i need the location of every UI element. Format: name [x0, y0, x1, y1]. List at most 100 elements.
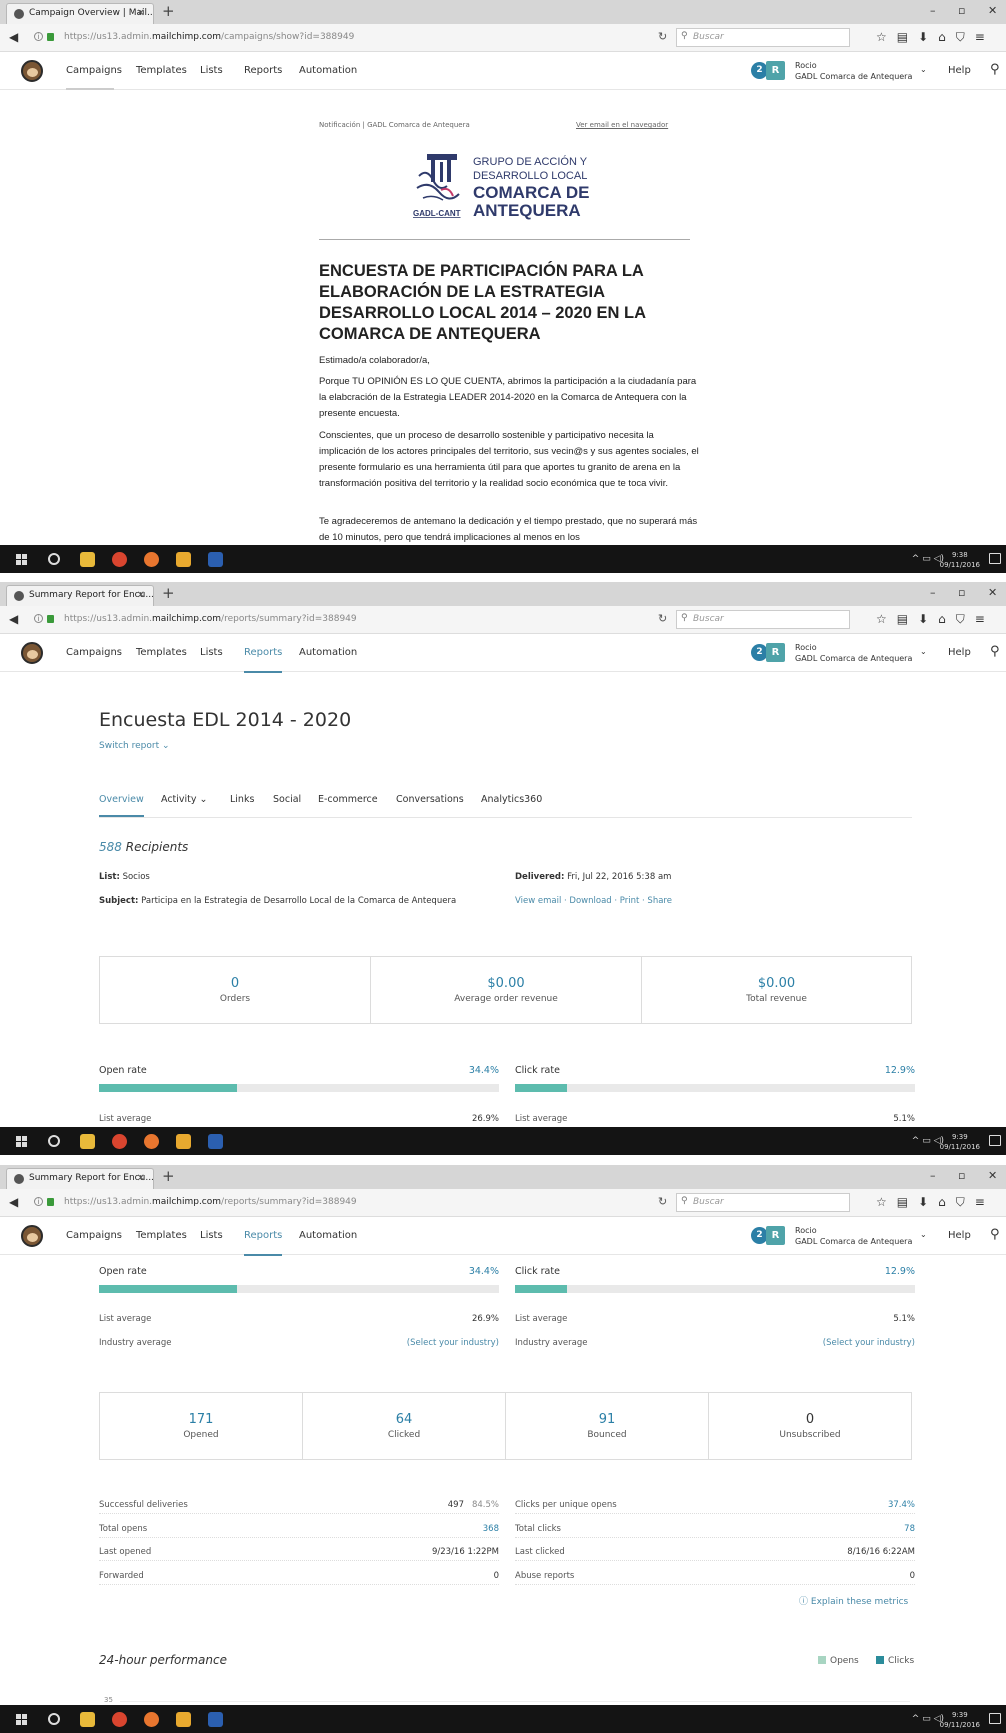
word-icon[interactable] — [208, 552, 223, 567]
tab-links[interactable]: Links — [230, 794, 254, 805]
chrome-icon[interactable] — [112, 1134, 127, 1149]
address-field[interactable]: https://us13.admin.mailchimp.com/campaig… — [64, 32, 354, 42]
select-industry-link[interactable]: (Select your industry) — [823, 1338, 915, 1348]
view-in-browser-link[interactable]: Ver email en el navegador — [576, 121, 668, 129]
firefox-icon[interactable] — [144, 1134, 159, 1149]
clicked-stat[interactable]: 64 Clicked — [303, 1393, 506, 1459]
cortana-icon[interactable] — [48, 1135, 60, 1147]
switch-report-dropdown[interactable]: Switch report ⌄ — [99, 741, 170, 751]
report-actions[interactable]: View email · Download · Print · Share — [515, 896, 672, 906]
close-window-icon[interactable]: ✕ — [988, 1169, 997, 1182]
total-opens-link[interactable]: 368 — [478, 1524, 499, 1534]
search-icon[interactable]: ⚲ — [990, 1227, 1000, 1242]
nav-reports[interactable]: Reports — [244, 647, 283, 673]
address-field[interactable]: https://us13.admin.mailchimp.com/reports… — [64, 614, 357, 624]
mailchimp-logo-icon[interactable] — [21, 1225, 43, 1247]
help-link[interactable]: Help — [948, 65, 971, 76]
back-icon[interactable]: ◀ — [9, 30, 18, 44]
notifications-icon[interactable] — [989, 1713, 1001, 1724]
search-input[interactable]: ⚲ Buscar — [676, 28, 850, 47]
mail-app-icon[interactable] — [176, 1712, 191, 1727]
file-explorer-icon[interactable] — [80, 1712, 95, 1727]
restore-icon[interactable]: ▫ — [958, 1169, 965, 1182]
nav-automation[interactable]: Automation — [299, 65, 357, 76]
search-input[interactable]: ⚲ Buscar — [676, 610, 850, 629]
toolbar-icons[interactable]: ☆▤⬇⌂⛉≡ — [876, 612, 995, 627]
address-field[interactable]: https://us13.admin.mailchimp.com/reports… — [64, 1197, 357, 1207]
reload-icon[interactable]: ↻ — [658, 1195, 667, 1208]
nav-reports[interactable]: Reports — [244, 65, 282, 76]
chrome-icon[interactable] — [112, 552, 127, 567]
mail-app-icon[interactable] — [176, 1134, 191, 1149]
help-link[interactable]: Help — [948, 1230, 971, 1241]
tab-conversations[interactable]: Conversations — [396, 794, 464, 805]
bounced-stat[interactable]: 91 Bounced — [506, 1393, 709, 1459]
total-clicks-link[interactable]: 78 — [900, 1524, 915, 1534]
tab-activity[interactable]: Activity ⌄ — [161, 794, 208, 805]
nav-lists[interactable]: Lists — [200, 65, 223, 76]
new-tab-icon[interactable]: + — [162, 584, 175, 602]
account-menu[interactable]: Rocio GADL Comarca de Antequera — [795, 60, 912, 82]
chevron-down-icon[interactable]: ⌄ — [920, 647, 927, 656]
tab-overview[interactable]: Overview — [99, 794, 144, 817]
close-window-icon[interactable]: ✕ — [988, 586, 997, 599]
mailchimp-logo-icon[interactable] — [21, 60, 43, 82]
nav-campaigns[interactable]: Campaigns — [66, 1230, 122, 1241]
select-industry-link[interactable]: (Select your industry) — [407, 1338, 499, 1348]
nav-templates[interactable]: Templates — [136, 1230, 187, 1241]
chevron-down-icon[interactable]: ⌄ — [920, 1230, 927, 1239]
legend-opens[interactable]: Opens — [818, 1656, 859, 1666]
nav-campaigns[interactable]: Campaigns — [66, 647, 122, 658]
account-menu[interactable]: Rocio GADL Comarca de Antequera — [795, 642, 912, 664]
close-window-icon[interactable]: ✕ — [988, 4, 997, 17]
avatar[interactable]: R — [766, 61, 785, 80]
cortana-icon[interactable] — [48, 553, 60, 565]
reload-icon[interactable]: ↻ — [658, 30, 667, 43]
toolbar-icons[interactable]: ☆▤⬇⌂⛉≡ — [876, 30, 995, 45]
nav-campaigns[interactable]: Campaigns — [66, 65, 122, 76]
close-tab-icon[interactable]: ✕ — [137, 1169, 145, 1188]
restore-icon[interactable]: ▫ — [958, 586, 965, 599]
mail-app-icon[interactable] — [176, 552, 191, 567]
info-icon[interactable]: i — [34, 614, 43, 623]
back-icon[interactable]: ◀ — [9, 1195, 18, 1209]
search-icon[interactable]: ⚲ — [990, 644, 1000, 659]
windows-start-icon[interactable] — [16, 1714, 27, 1725]
reload-icon[interactable]: ↻ — [658, 612, 667, 625]
nav-lists[interactable]: Lists — [200, 1230, 223, 1241]
avatar[interactable]: R — [766, 1226, 785, 1245]
tab-ecommerce[interactable]: E-commerce — [318, 794, 378, 805]
minimize-icon[interactable]: – — [930, 1169, 936, 1182]
new-tab-icon[interactable]: + — [162, 1167, 175, 1185]
chevron-down-icon[interactable]: ⌄ — [920, 65, 927, 74]
close-tab-icon[interactable]: ✕ — [137, 4, 145, 23]
minimize-icon[interactable]: – — [930, 4, 936, 17]
browser-tab[interactable]: Campaign Overview | Mail... ✕ — [6, 3, 154, 24]
tab-analytics360[interactable]: Analytics360 — [481, 794, 542, 805]
word-icon[interactable] — [208, 1134, 223, 1149]
tab-social[interactable]: Social — [273, 794, 301, 805]
word-icon[interactable] — [208, 1712, 223, 1727]
browser-tab[interactable]: Summary Report for Encu... ✕ — [6, 585, 154, 606]
toolbar-icons[interactable]: ☆▤⬇⌂⛉≡ — [876, 1195, 995, 1210]
notifications-icon[interactable] — [989, 1135, 1001, 1146]
avatar[interactable]: R — [766, 643, 785, 662]
search-icon[interactable]: ⚲ — [990, 62, 1000, 77]
clock[interactable]: 9:39 09/11/2016 — [940, 1710, 980, 1730]
opened-stat[interactable]: 171 Opened — [100, 1393, 303, 1459]
browser-tab[interactable]: Summary Report for Encu... ✕ — [6, 1168, 154, 1189]
explain-metrics-link[interactable]: ⓘ Explain these metrics — [799, 1594, 908, 1607]
nav-automation[interactable]: Automation — [299, 647, 357, 658]
windows-start-icon[interactable] — [16, 1136, 27, 1147]
notifications-icon[interactable] — [989, 553, 1001, 564]
windows-start-icon[interactable] — [16, 554, 27, 565]
search-input[interactable]: ⚲ Buscar — [676, 1193, 850, 1212]
firefox-icon[interactable] — [144, 552, 159, 567]
help-link[interactable]: Help — [948, 647, 971, 658]
cortana-icon[interactable] — [48, 1713, 60, 1725]
close-tab-icon[interactable]: ✕ — [137, 586, 145, 605]
file-explorer-icon[interactable] — [80, 552, 95, 567]
legend-clicks[interactable]: Clicks — [876, 1656, 914, 1666]
file-explorer-icon[interactable] — [80, 1134, 95, 1149]
chrome-icon[interactable] — [112, 1712, 127, 1727]
